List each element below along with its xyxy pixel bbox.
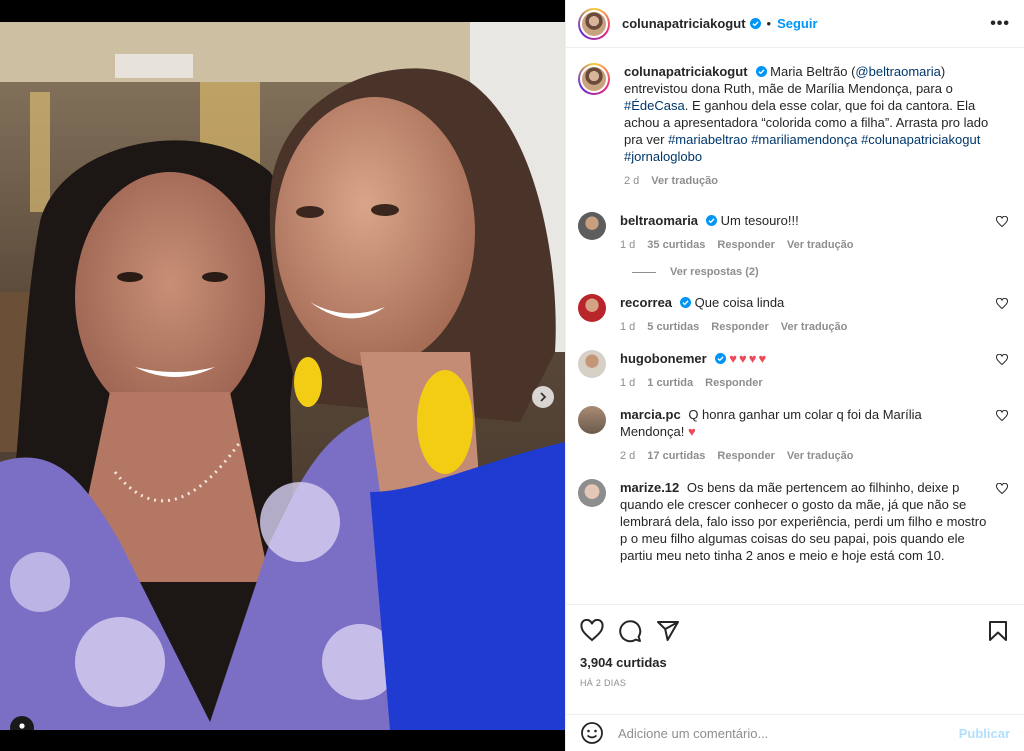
comment-likes[interactable]: 1 curtida [647, 375, 693, 392]
commenter-username[interactable]: hugobonemer [620, 351, 707, 366]
translate-link[interactable]: Ver tradução [787, 448, 854, 465]
comment-time[interactable]: 1 d [620, 375, 635, 392]
verified-badge-icon [714, 353, 726, 364]
commenter-avatar[interactable] [578, 212, 606, 240]
comment-item: recorrea Que coisa linda 1 d 5 curtidas … [578, 294, 1008, 336]
comment-time[interactable]: 1 d [620, 319, 635, 336]
more-options-button[interactable]: ••• [990, 15, 1010, 33]
comment-bubble-icon[interactable] [618, 619, 642, 643]
publish-button[interactable]: Publicar [959, 726, 1010, 741]
post-date[interactable]: HÁ 2 DIAS [580, 678, 1010, 688]
hashtag-link[interactable]: #colunapatriciakogut [861, 132, 980, 147]
post-header: colunapatriciakogut • Seguir ••• [566, 0, 1024, 48]
user-icon [19, 723, 25, 729]
translate-link[interactable]: Ver tradução [651, 173, 718, 190]
author-username[interactable]: colunapatriciakogut [622, 16, 746, 31]
commenter-username[interactable]: recorrea [620, 295, 672, 310]
comment-likes[interactable]: 17 curtidas [647, 448, 705, 465]
reply-button[interactable]: Responder [705, 375, 762, 392]
translate-link[interactable]: Ver tradução [781, 319, 848, 336]
post-caption: colunapatriciakogut Maria Beltrão (@belt… [578, 63, 1008, 190]
verified-badge-icon [706, 215, 718, 226]
likes-count[interactable]: 3,904 curtidas [580, 655, 1010, 670]
comment-input[interactable] [618, 725, 959, 741]
replies-divider [632, 271, 656, 273]
reply-button[interactable]: Responder [717, 237, 774, 254]
header-separator: • [766, 16, 772, 31]
hashtag-link[interactable]: #ÉdeCasa [624, 98, 685, 113]
commenter-username[interactable]: beltraomaria [620, 213, 698, 228]
commenter-avatar[interactable] [578, 294, 606, 322]
comment-likes[interactable]: 5 curtidas [647, 319, 699, 336]
author-avatar[interactable] [578, 7, 610, 40]
comment-time[interactable]: 1 d [620, 237, 635, 254]
emoji-icon[interactable] [580, 721, 604, 745]
verified-badge-icon [680, 297, 692, 308]
heart-icon[interactable] [996, 216, 1008, 228]
photo-image [0, 22, 565, 730]
comment-text: Um tesouro!!! [720, 213, 799, 228]
verified-badge-icon [755, 66, 767, 77]
commenter-username[interactable]: marize.12 [620, 480, 679, 495]
caption-mention-link[interactable]: @beltraomaria [855, 64, 940, 79]
caption-text: Maria Beltrão ( [770, 64, 856, 79]
commenter-avatar[interactable] [578, 350, 606, 378]
next-photo-button[interactable] [532, 386, 554, 408]
follow-button[interactable]: Seguir [777, 16, 817, 31]
comment-item: marcia.pc Q honra ganhar um colar q foi … [578, 406, 1008, 465]
post-actions: 3,904 curtidas HÁ 2 DIAS [566, 604, 1024, 714]
comment-likes[interactable]: 35 curtidas [647, 237, 705, 254]
commenter-avatar[interactable] [578, 406, 606, 434]
heart-icon[interactable] [996, 483, 1008, 495]
heart-icon[interactable] [996, 354, 1008, 366]
heart-icon[interactable] [996, 410, 1008, 422]
comment-item: marize.12 Os bens da mãe pertencem ao fi… [578, 479, 1008, 564]
comment-item: beltraomaria Um tesouro!!! 1 d 35 curtid… [578, 212, 1008, 254]
caption-time[interactable]: 2 d [624, 173, 639, 190]
like-heart-icon[interactable] [580, 619, 604, 643]
comment-time[interactable]: 2 d [620, 448, 635, 465]
comment-text: ♥♥♥♥ [729, 351, 769, 366]
heart-icon[interactable] [996, 298, 1008, 310]
hashtag-link[interactable]: #jornaloglobo [624, 149, 702, 164]
add-comment-bar: Publicar [566, 714, 1024, 751]
comments-list[interactable]: colunapatriciakogut Maria Beltrão (@belt… [566, 49, 1024, 604]
translate-link[interactable]: Ver tradução [787, 237, 854, 254]
reply-button[interactable]: Responder [711, 319, 768, 336]
post-sidebar: colunapatriciakogut • Seguir ••• colunap… [565, 0, 1024, 751]
commenter-avatar[interactable] [578, 479, 606, 507]
comment-item: hugobonemer ♥♥♥♥ 1 d 1 curtida Responder [578, 350, 1008, 392]
post-photo[interactable] [0, 22, 565, 730]
bookmark-icon[interactable] [986, 619, 1010, 643]
view-replies-label: Ver respostas (2) [670, 266, 759, 278]
caption-username[interactable]: colunapatriciakogut [624, 64, 748, 79]
comment-text: Que coisa linda [694, 295, 785, 310]
verified-badge-icon [749, 18, 761, 29]
hashtag-link[interactable]: #mariabeltrao [668, 132, 748, 147]
chevron-right-icon [540, 392, 547, 402]
author-avatar[interactable] [578, 63, 610, 95]
hashtag-link[interactable]: #mariliamendonça [751, 132, 857, 147]
view-replies-button[interactable]: Ver respostas (2) [632, 266, 1008, 278]
reply-button[interactable]: Responder [717, 448, 774, 465]
comment-emoji: ♥ [687, 424, 698, 439]
commenter-username[interactable]: marcia.pc [620, 407, 681, 422]
share-send-icon[interactable] [656, 619, 680, 643]
